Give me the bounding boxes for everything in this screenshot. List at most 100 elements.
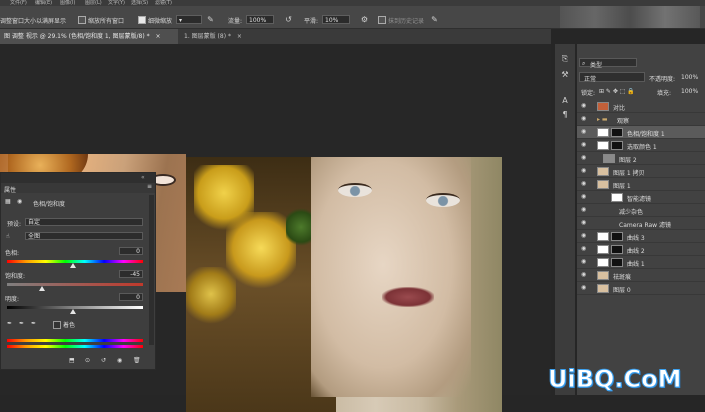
properties-title[interactable]: 属性 bbox=[4, 185, 16, 194]
eye-icon[interactable]: ◉ bbox=[581, 129, 588, 135]
tab-document-1[interactable]: 图 调整 视示 @ 29.1% (色相/饱和度 1, 图层蒙版/8) * × bbox=[0, 29, 178, 44]
gear-icon[interactable]: ⚙ bbox=[360, 15, 369, 24]
layer-row[interactable]: ◉ 图层 2 bbox=[577, 152, 705, 165]
layer-row[interactable]: ◉ 图层 1 拷贝 bbox=[577, 165, 705, 178]
layer-row[interactable]: ◉ 祛斑痕 bbox=[577, 269, 705, 282]
pressure-size-icon[interactable]: ✎ bbox=[430, 15, 439, 24]
close-icon[interactable]: × bbox=[237, 33, 242, 40]
pressure-opacity-icon[interactable]: ↺ bbox=[284, 15, 293, 24]
saturation-slider-thumb[interactable] bbox=[39, 286, 45, 291]
tab-label: 图 调整 视示 @ 29.1% (色相/饱和度 1, 图层蒙版/8) * bbox=[4, 33, 150, 40]
preset-value: 自定 bbox=[28, 219, 41, 226]
eyedropper-minus-icon[interactable]: ✒ bbox=[31, 320, 36, 327]
layer-row[interactable]: ◉ ▸ ▬ 观察 bbox=[577, 113, 705, 126]
hue-value[interactable]: 0 bbox=[119, 247, 143, 255]
saturation-slider-track[interactable] bbox=[7, 283, 143, 286]
folder-icon[interactable]: ▸ ▬ bbox=[597, 116, 608, 123]
layer-row[interactable]: ◉ 减少杂色 bbox=[577, 204, 705, 217]
eye-icon[interactable]: ◉ bbox=[581, 194, 588, 200]
eye-icon[interactable]: ◉ bbox=[581, 285, 588, 291]
eye-icon[interactable]: ◉ bbox=[581, 168, 588, 174]
preset-dropdown[interactable]: 自定 bbox=[25, 218, 143, 226]
mask-icon[interactable]: ◉ bbox=[17, 198, 22, 205]
adjustments-icon[interactable]: ⚒ bbox=[559, 70, 571, 80]
reset-icon[interactable]: ↺ bbox=[101, 357, 106, 364]
layer-row[interactable]: ◉ 图层 0 bbox=[577, 282, 705, 295]
opacity-value[interactable]: 100% bbox=[681, 74, 698, 81]
layers-panel[interactable]: ⌕ 类型 正常 不透明度: 100% 锁定: ⊞ ✎ ✥ ⬚ 🔒 填充: 100… bbox=[577, 44, 705, 395]
zoom-all-checkbox[interactable] bbox=[78, 16, 86, 24]
layer-row[interactable]: ◉ Camera Raw 滤镜 bbox=[577, 217, 705, 230]
colorize-checkbox[interactable] bbox=[53, 321, 61, 329]
layer-row[interactable]: ◉ 对比 bbox=[577, 100, 705, 113]
layer-row[interactable]: ◉ 曲线 3 bbox=[577, 230, 705, 243]
eye-icon[interactable]: ◉ bbox=[581, 220, 588, 226]
properties-panel[interactable]: « 属性 ≡ ▦ ◉ 色相/饱和度 预设: 自定 ☝ 全图 色相: 0 饱和度:… bbox=[0, 172, 156, 370]
paragraph-icon[interactable]: ¶ bbox=[559, 110, 571, 120]
brush-preset-picker[interactable]: ▾ bbox=[176, 15, 202, 24]
layer-row[interactable]: ◉ 色相/饱和度 1 bbox=[577, 126, 705, 139]
eye-icon[interactable]: ◉ bbox=[581, 103, 588, 109]
layer-mask-thumbnail[interactable] bbox=[611, 245, 623, 254]
layer-mask-thumbnail[interactable] bbox=[611, 128, 623, 137]
lock-icons[interactable]: ⊞ ✎ ✥ ⬚ 🔒 bbox=[599, 88, 635, 95]
panel-scrollbar[interactable] bbox=[149, 195, 154, 345]
hand-icon[interactable]: ☝ bbox=[6, 233, 10, 240]
eye-icon[interactable]: ◉ bbox=[581, 116, 588, 122]
blend-mode-dropdown[interactable]: 正常 bbox=[579, 72, 645, 83]
layer-name: 图层 1 bbox=[613, 183, 631, 190]
lightness-slider-thumb[interactable] bbox=[70, 309, 76, 314]
saturation-value[interactable]: -45 bbox=[119, 270, 143, 278]
clip-layer-icon[interactable]: ⬒ bbox=[69, 357, 75, 364]
eye-icon[interactable]: ◉ bbox=[581, 181, 588, 187]
layer-thumbnail bbox=[611, 193, 623, 202]
layer-name: 对比 bbox=[613, 105, 626, 112]
layer-mask-thumbnail[interactable] bbox=[611, 232, 623, 241]
layer-mask-thumbnail[interactable] bbox=[611, 258, 623, 267]
layer-thumbnail bbox=[597, 128, 609, 137]
hue-slider-thumb[interactable] bbox=[70, 263, 76, 268]
layer-name: 减少杂色 bbox=[619, 209, 644, 216]
layer-row[interactable]: ◉ 图层 1 bbox=[577, 178, 705, 191]
fill-value[interactable]: 100% bbox=[681, 88, 698, 95]
eye-icon[interactable]: ◉ bbox=[581, 155, 588, 161]
layer-name: 曲线 1 bbox=[627, 261, 645, 268]
character-icon[interactable]: A bbox=[559, 96, 571, 106]
view-previous-icon[interactable]: ⊙ bbox=[85, 357, 90, 364]
eye-icon[interactable]: ◉ bbox=[581, 233, 588, 239]
scrubby-zoom-checkbox[interactable] bbox=[138, 16, 146, 24]
channel-dropdown[interactable]: 全图 bbox=[25, 232, 143, 240]
eye-icon[interactable]: ◉ bbox=[581, 246, 588, 252]
close-icon[interactable]: × bbox=[156, 33, 161, 40]
visibility-icon[interactable]: ◉ bbox=[117, 357, 122, 364]
layer-row[interactable]: ◉ 智能滤镜 bbox=[577, 191, 705, 204]
panel-titlebar[interactable]: « bbox=[1, 173, 155, 183]
layer-row[interactable]: ◉ 曲线 2 bbox=[577, 243, 705, 256]
lightness-value[interactable]: 0 bbox=[119, 293, 143, 301]
eye-icon[interactable]: ◉ bbox=[581, 207, 588, 213]
layer-name: 选取颜色 1 bbox=[627, 144, 657, 151]
flow-field[interactable]: 10% bbox=[322, 15, 350, 24]
eye-icon[interactable]: ◉ bbox=[581, 142, 588, 148]
history-icon[interactable]: ⎘ bbox=[559, 54, 571, 64]
eyedropper-plus-icon[interactable]: ✒ bbox=[19, 320, 24, 327]
layer-row[interactable]: ◉ 选取颜色 1 bbox=[577, 139, 705, 152]
layer-mask-thumbnail[interactable] bbox=[611, 141, 623, 150]
collapse-icon[interactable]: « bbox=[141, 174, 145, 181]
eye-icon[interactable]: ◉ bbox=[581, 272, 588, 278]
opacity-label: 流量: bbox=[228, 18, 243, 25]
airbrush-icon[interactable]: ✎ bbox=[206, 15, 215, 24]
eyedropper-icon[interactable]: ✒ bbox=[7, 320, 12, 327]
channel-value: 全图 bbox=[28, 233, 41, 240]
panel-menu-icon[interactable]: ≡ bbox=[147, 183, 152, 190]
eye-icon[interactable]: ◉ bbox=[581, 259, 588, 265]
watermark-text: UiBQ.CoM bbox=[548, 365, 683, 394]
tab-document-2[interactable]: 1. 图层蒙版 (8) * × bbox=[180, 29, 270, 44]
erase-history-checkbox[interactable] bbox=[378, 16, 386, 24]
lock-label: 锁定: bbox=[581, 90, 596, 97]
fit-window-label[interactable]: 调整窗口大小以满屏显示 bbox=[0, 16, 66, 25]
delete-icon[interactable]: 🗑 bbox=[133, 357, 141, 364]
opacity-field[interactable]: 100% bbox=[246, 15, 274, 24]
layer-kind-filter[interactable]: ⌕ 类型 bbox=[579, 58, 637, 69]
layer-row[interactable]: ◉ 曲线 1 bbox=[577, 256, 705, 269]
